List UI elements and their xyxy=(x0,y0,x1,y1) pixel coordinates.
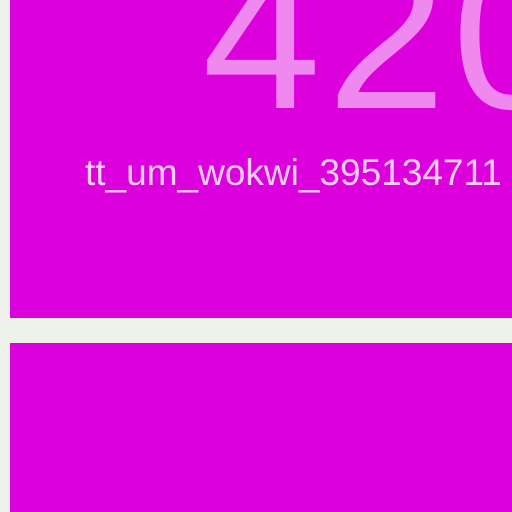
tile-label: tt_um_wokwi_395134711 xyxy=(85,152,502,193)
tile-number: 420 xyxy=(202,0,512,154)
project-tile[interactable] xyxy=(10,343,512,512)
project-tile[interactable]: 420 tt_um_wokwi_395134711 xyxy=(10,0,512,318)
